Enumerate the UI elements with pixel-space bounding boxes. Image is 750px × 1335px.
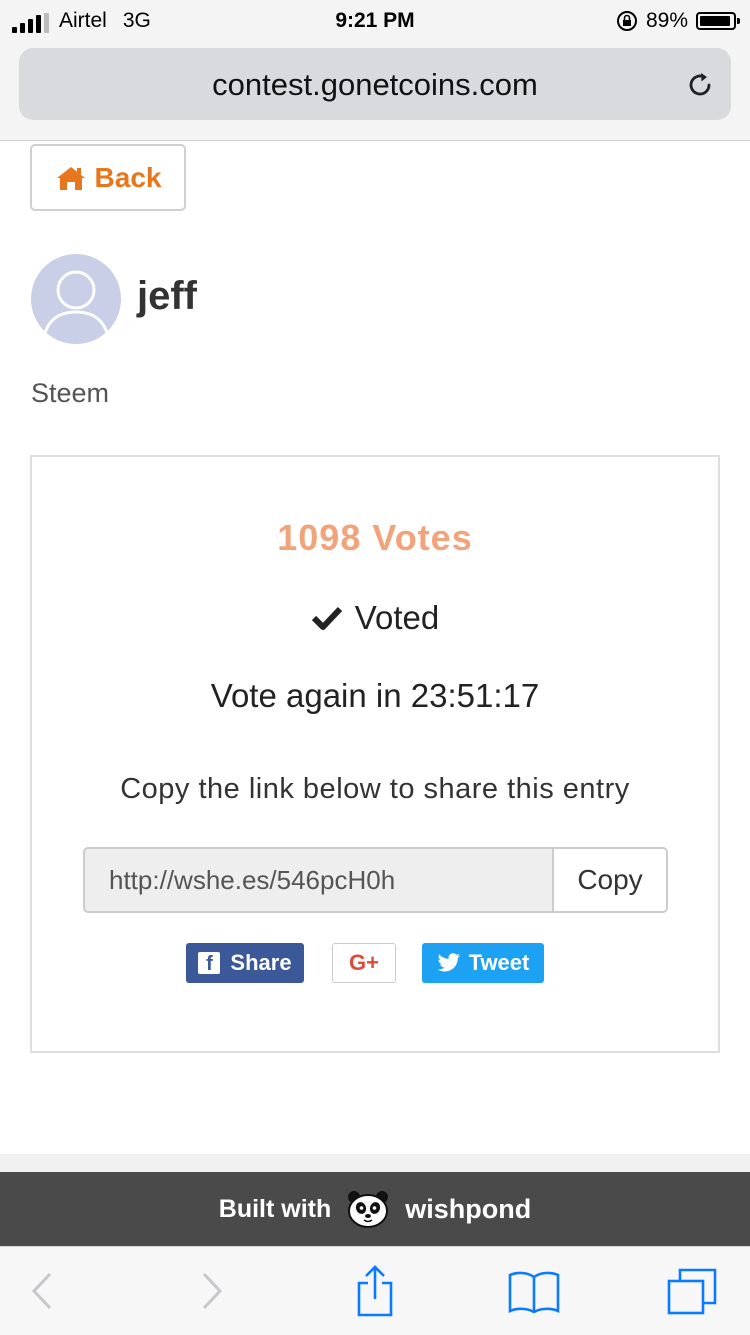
facebook-share-button[interactable]: f Share [186,943,304,983]
facebook-icon: f [198,952,221,975]
checkmark-icon [311,606,342,630]
tabs-icon[interactable] [664,1265,720,1317]
back-label: Back [94,161,162,193]
battery-percent: 89% [645,9,688,32]
home-icon [56,166,85,190]
facebook-share-label: Share [230,950,292,975]
voted-label: Voted [354,599,440,636]
forward-arrow-icon[interactable] [184,1265,240,1317]
google-plus-button[interactable]: G+ [332,943,396,983]
voted-status: Voted [32,599,718,637]
vote-again-countdown: Vote again in 23:51:17 [210,677,540,714]
status-right: 89% [616,9,740,33]
vote-count: 1098 Votes [277,517,473,558]
url-text[interactable]: contest.gonetcoins.com [19,67,731,103]
bookmarks-icon[interactable] [506,1265,562,1317]
browser-chrome: contest.gonetcoins.com [0,40,750,141]
share-icon[interactable] [347,1265,403,1317]
built-with-label: Built with [218,1194,332,1223]
battery-icon [696,12,740,30]
status-bar: Airtel 3G 9:21 PM 89% [0,0,750,40]
copy-button[interactable]: Copy [552,847,668,913]
page-spacer [0,1154,750,1172]
user-placeholder-icon [41,270,111,344]
back-arrow-icon[interactable] [14,1265,70,1317]
panda-logo-icon [348,1191,389,1228]
browser-toolbar [0,1246,750,1335]
reload-icon[interactable] [685,70,715,100]
avatar [31,254,121,344]
share-hint: Copy the link below to share this entry [120,773,630,805]
tweet-button[interactable]: Tweet [422,943,544,983]
back-button[interactable]: Back [30,144,186,211]
social-share-row: f Share G+ Tweet [32,943,718,983]
vote-card: 1098 Votes Voted Vote again in 23:51:17 … [30,455,720,1053]
address-bar[interactable]: contest.gonetcoins.com [19,48,731,120]
wishpond-footer[interactable]: Built with wishpond [0,1172,750,1246]
twitter-bird-icon [437,953,460,972]
entry-title: Steem [31,378,110,408]
wishpond-brand: wishpond [405,1193,532,1224]
rotation-lock-icon [616,11,637,31]
username: jeff [137,274,197,318]
tweet-label: Tweet [468,950,530,975]
share-link-field[interactable]: http://wshe.es/546pcH0h [83,847,553,913]
